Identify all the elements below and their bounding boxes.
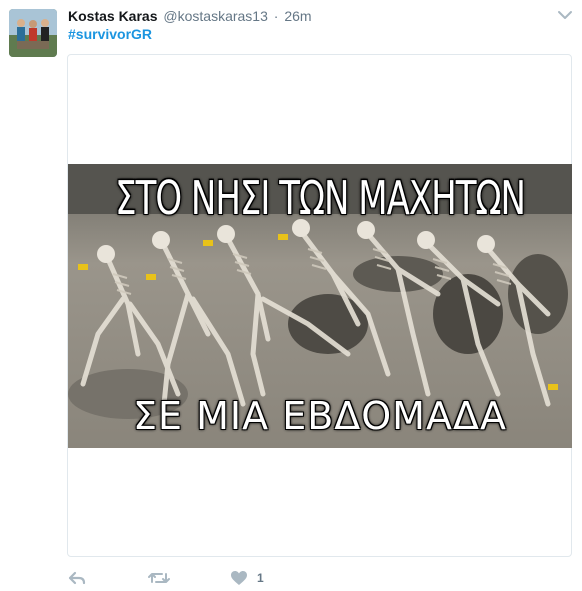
tweet-header: Kostas Karas @kostaskaras13 · 26m: [68, 8, 312, 24]
like-count: 1: [257, 571, 264, 585]
author-username[interactable]: @kostaskaras13: [163, 8, 267, 24]
tweet-timestamp[interactable]: 26m: [284, 8, 311, 24]
reply-icon[interactable]: [68, 570, 86, 591]
caption-top: ΣΤΟ ΝΗΣΙ ΤΩΝ ΜΑΧΗΤΩΝ: [115, 172, 526, 226]
retweet-icon[interactable]: [148, 570, 170, 591]
avatar[interactable]: [9, 9, 57, 57]
chevron-down-icon[interactable]: [556, 8, 574, 22]
media-photo[interactable]: ΣΤΟ ΝΗΣΙ ΤΩΝ ΜΑΧΗΤΩΝ ΣΕ ΜΙΑ ΕΒΔΟΜΑΔΑ: [68, 164, 572, 448]
tweet: Kostas Karas @kostaskaras13 · 26m #survi…: [0, 0, 582, 587]
separator-dot: ·: [273, 8, 279, 24]
tweet-actions: 1: [68, 570, 288, 587]
author-fullname[interactable]: Kostas Karas: [68, 8, 158, 24]
heart-icon[interactable]: [230, 570, 248, 591]
caption-bottom: ΣΕ ΜΙΑ ΕΒΔΟΜΑΔΑ: [133, 394, 507, 438]
hashtag-link[interactable]: #survivorGR: [68, 26, 152, 42]
